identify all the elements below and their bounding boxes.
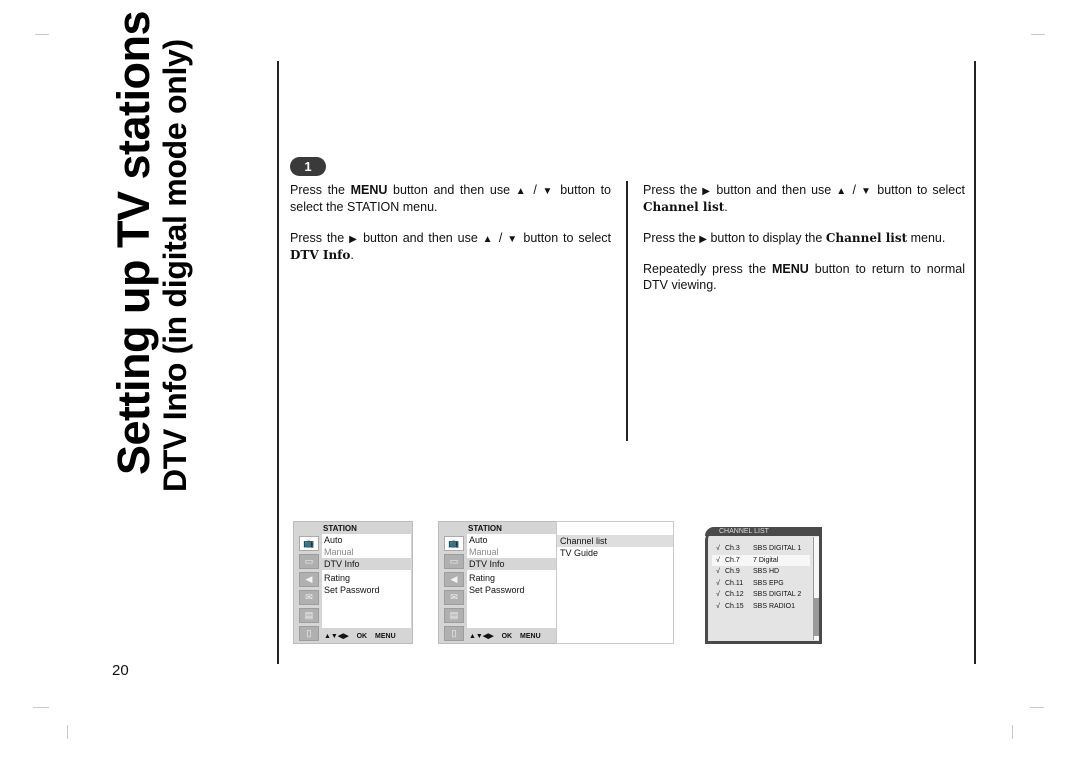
channel-list-scrollbar[interactable] (813, 537, 819, 640)
menu-item-rating[interactable]: Rating (322, 572, 411, 584)
page-number: 20 (112, 662, 129, 679)
down-arrow-icon: ▼ (542, 186, 555, 197)
osd-footer: ▲▼◀▶ OK MENU (324, 632, 396, 640)
picture-icon[interactable]: ▭ (299, 554, 319, 569)
nav-arrows-icon: ▲▼◀▶ (324, 633, 349, 640)
nav-arrows-icon: ▲▼◀▶ (469, 633, 494, 640)
option-icon[interactable]: ▤ (444, 608, 464, 623)
menu-item-manual[interactable]: Manual (322, 546, 411, 558)
submenu-item-channel-list[interactable]: Channel list (557, 535, 673, 547)
osd-icon-column: 📺 ▭ ◀ ✉ ▤ ▯ (442, 534, 466, 644)
picture-icon[interactable]: ▭ (444, 554, 464, 569)
time-icon[interactable]: ✉ (299, 590, 319, 605)
instruction-paragraph: Press the MENU button and then use ▲ / ▼… (290, 183, 612, 214)
check-icon: √ (716, 556, 720, 564)
dtv-info-submenu: Channel list TV Guide (556, 521, 674, 644)
sound-icon[interactable]: ◀ (444, 572, 464, 587)
option-icon[interactable]: ▤ (299, 608, 319, 623)
channel-list-caption: CHANNEL LIST (705, 527, 822, 536)
menu-item-auto[interactable]: Auto (322, 534, 411, 546)
station-menu-osd: STATION 📺 ▭ ◀ ✉ ▤ ▯ Auto Manual DTV Info… (293, 521, 413, 644)
column-divider (626, 181, 628, 441)
check-icon: √ (716, 568, 720, 575)
channel-row[interactable]: √ Ch.11 SBS EPG (712, 578, 810, 590)
channel-row[interactable]: √ Ch.12 SBS DIGITAL 2 (712, 589, 810, 601)
right-arrow-icon: ▶ (702, 186, 712, 197)
down-arrow-icon: ▼ (507, 234, 519, 245)
menu-hint: MENU (520, 633, 541, 640)
menu-item-rating[interactable]: Rating (467, 572, 556, 584)
osd-header: STATION (323, 524, 357, 533)
instruction-paragraph: Press the ▶ button and then use ▲ / ▼ bu… (643, 183, 965, 214)
menu-item-set-password[interactable]: Set Password (467, 584, 556, 596)
page-subtitle: DTV Info (in digital mode only) (157, 39, 193, 492)
station-icon[interactable]: 📺 (444, 536, 464, 551)
ok-hint: OK (356, 633, 368, 640)
crop-mark (1012, 725, 1013, 739)
up-arrow-icon: ▲ (836, 186, 848, 197)
check-icon: √ (716, 545, 720, 552)
instruction-paragraph: Press the ▶ button to display the Channe… (643, 231, 946, 245)
submenu-item-tv-guide[interactable]: TV Guide (557, 547, 673, 559)
channel-list-label: Channel list (825, 231, 908, 245)
scrollbar-thumb[interactable] (814, 598, 819, 636)
menu-item-auto[interactable]: Auto (467, 534, 556, 546)
channel-row[interactable]: √ Ch.7 7 Digital (712, 554, 810, 566)
osd-footer: ▲▼◀▶ OK MENU (469, 632, 541, 640)
station-menu-osd-with-submenu: STATION 📺 ▭ ◀ ✉ ▤ ▯ Auto Manual DTV Info… (438, 521, 558, 644)
instruction-paragraph: Press the ▶ button and then use ▲ / ▼ bu… (290, 231, 611, 262)
lock-icon[interactable]: ▯ (444, 626, 464, 641)
instruction-paragraph: Repeatedly press the MENU button to retu… (643, 262, 965, 292)
left-margin-rule (277, 61, 279, 664)
crop-mark (33, 707, 49, 708)
time-icon[interactable]: ✉ (444, 590, 464, 605)
channel-row[interactable]: √ Ch.15 SBS RADIO1 (712, 601, 810, 613)
menu-item-dtv-info[interactable]: DTV Info (467, 558, 556, 570)
right-arrow-icon: ▶ (349, 234, 359, 245)
channel-list-label: Channel list (643, 199, 725, 214)
channel-list-rows: √ Ch.3 SBS DIGITAL 1 √ Ch.7 7 Digital √ Ch.9 S… (712, 543, 810, 612)
dtv-info-label: DTV Info (290, 247, 351, 262)
step-badge: 1 (290, 157, 326, 176)
menu-button-label: MENU (772, 262, 809, 276)
channel-list-panel: CHANNEL LIST √ Ch.3 SBS DIGITAL 1 √ Ch.7 7 D… (705, 527, 822, 644)
osd-header: STATION (468, 524, 502, 533)
crop-mark (1031, 34, 1045, 35)
crop-mark (67, 725, 68, 739)
menu-hint: MENU (375, 633, 396, 640)
menu-item-dtv-info[interactable]: DTV Info (322, 558, 411, 570)
osd-icon-column: 📺 ▭ ◀ ✉ ▤ ▯ (297, 534, 321, 644)
crop-mark (1030, 707, 1044, 708)
up-arrow-icon: ▲ (482, 234, 494, 245)
osd-menu-list: Auto Manual DTV Info Rating Set Password (467, 534, 556, 628)
menu-button-label: MENU (350, 183, 388, 197)
channel-row[interactable]: √ Ch.3 SBS DIGITAL 1 (712, 543, 810, 555)
right-margin-rule (974, 61, 976, 664)
page-title: Setting up TV stations (108, 10, 159, 475)
osd-menu-list: Auto Manual DTV Info Rating Set Password (322, 534, 411, 628)
down-arrow-icon: ▼ (860, 186, 873, 197)
ok-hint: OK (501, 633, 513, 640)
check-icon: √ (716, 602, 720, 610)
station-icon[interactable]: 📺 (299, 536, 319, 551)
menu-item-set-password[interactable]: Set Password (322, 584, 411, 596)
up-arrow-icon: ▲ (515, 186, 528, 197)
crop-mark (35, 34, 49, 35)
check-icon: √ (716, 579, 720, 587)
check-icon: √ (716, 591, 720, 598)
lock-icon[interactable]: ▯ (299, 626, 319, 641)
menu-item-manual[interactable]: Manual (467, 546, 556, 558)
channel-row[interactable]: √ Ch.9 SBS HD (712, 566, 810, 578)
right-arrow-icon: ▶ (699, 234, 707, 245)
sound-icon[interactable]: ◀ (299, 572, 319, 587)
